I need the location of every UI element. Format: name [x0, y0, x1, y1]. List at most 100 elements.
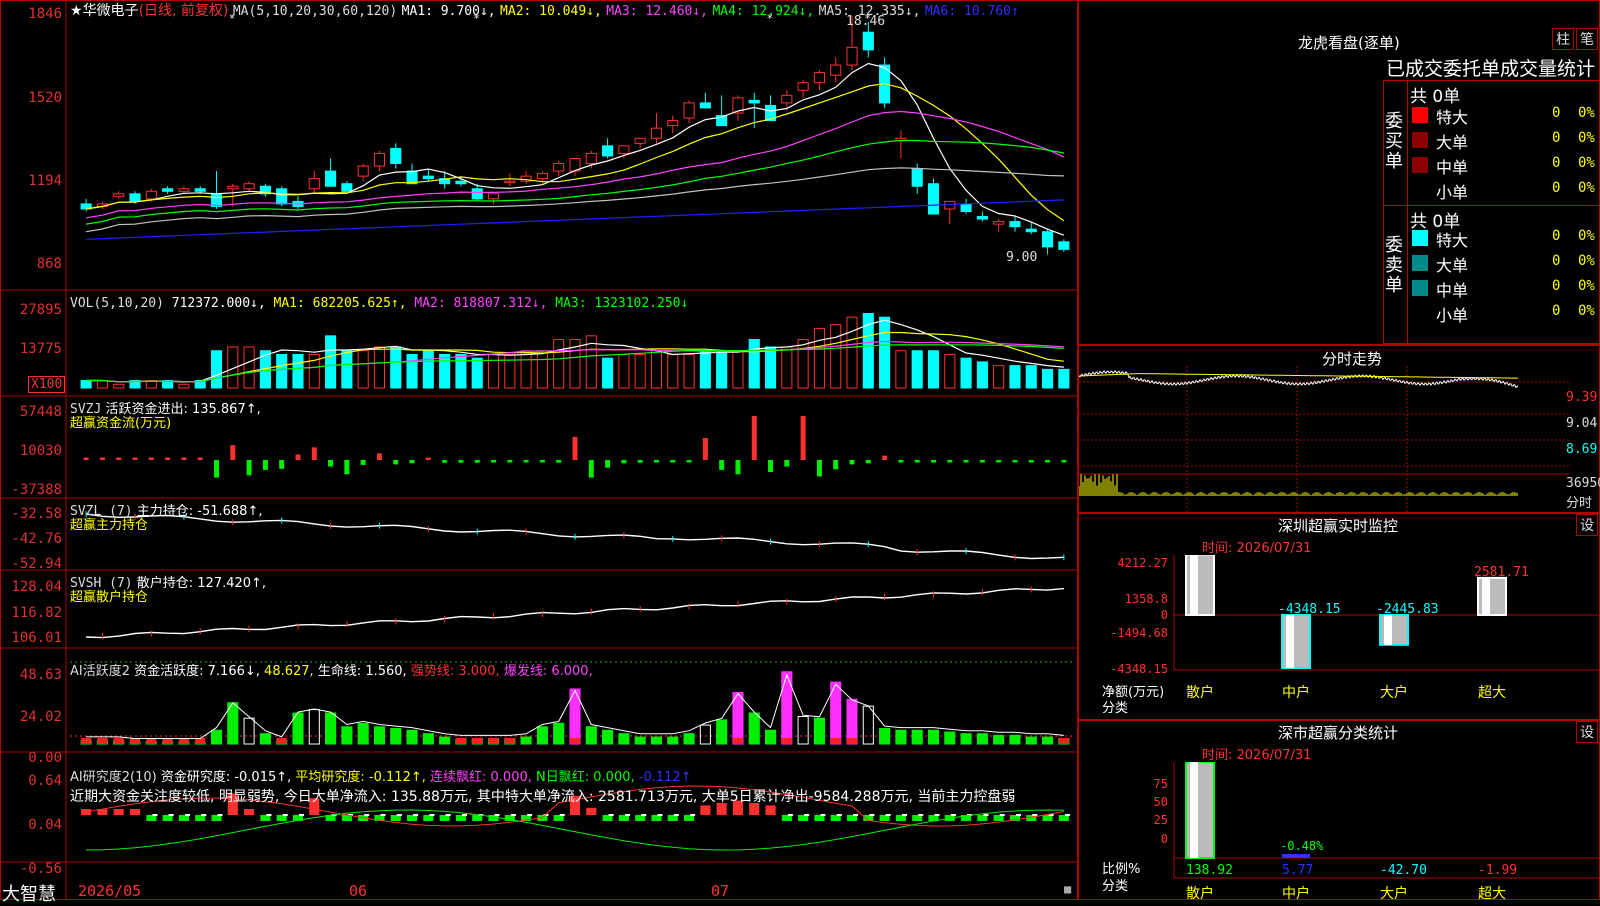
- sell-row[interactable]: 中单 0 0%: [1408, 276, 1600, 300]
- svzj-bar: [376, 453, 382, 460]
- intraday-avg-line: [1079, 373, 1518, 379]
- ai2-dash: [673, 814, 679, 816]
- sz-category-label: 大户: [1380, 684, 1408, 701]
- ai1-base-bar: [276, 738, 287, 744]
- candle-body: [471, 188, 483, 200]
- ai1-base-bar: [97, 738, 108, 744]
- sz-settings-button[interactable]: 设: [1576, 514, 1598, 536]
- volume-bar: [96, 380, 108, 389]
- svzl-tick-2: -42.76: [11, 531, 62, 547]
- bar-mode-button[interactable]: 柱: [1552, 28, 1574, 50]
- svzj-bar: [572, 436, 578, 460]
- volume-bar: [683, 353, 695, 389]
- ai2-dash: [380, 814, 386, 816]
- candle-body: [618, 145, 630, 154]
- svzj-tick-3: -37388: [11, 482, 62, 498]
- candle-body: [357, 165, 369, 177]
- candle-body: [960, 203, 972, 212]
- svsh-tick-2: 116.82: [11, 605, 62, 621]
- brand-logo[interactable]: 大智慧: [2, 880, 56, 906]
- sell-row[interactable]: 小单 0 0%: [1408, 301, 1600, 325]
- svzj-bar: [833, 460, 839, 470]
- candle-body: [129, 193, 141, 202]
- svsh-line: [86, 587, 1064, 639]
- ai2-dash: [657, 814, 663, 816]
- ma1-value: MA1: 9.700↓,: [401, 4, 496, 19]
- candle-body: [341, 183, 353, 192]
- ss-axis-tick: 25: [1154, 813, 1168, 827]
- volume-bar: [716, 350, 728, 389]
- volume-bar: [325, 335, 337, 389]
- ai2-bar: [765, 805, 776, 815]
- ai1-bar: [406, 729, 418, 745]
- sell-type: 特大: [1436, 231, 1469, 250]
- ai1-bar: [553, 722, 565, 745]
- ai2-dash: [527, 814, 533, 816]
- candle-body: [634, 137, 646, 144]
- ai1-bar: [602, 729, 614, 745]
- ai2-dash: [364, 814, 370, 816]
- candle-body: [683, 102, 695, 119]
- sz-axis-tick: -1494.68: [1110, 626, 1168, 640]
- ai1-bar: [390, 728, 402, 745]
- ai1-bar: [764, 729, 777, 745]
- sell-row[interactable]: 大单 0 0%: [1408, 251, 1600, 275]
- ai1-tick-3: 0.00: [28, 750, 62, 766]
- sz-bar-label: 2581.71: [1474, 565, 1529, 580]
- ai1-bar: [422, 733, 434, 745]
- buy-row[interactable]: 特大 0 0%: [1408, 103, 1600, 127]
- ma-label: MA(5,10,20,30,60,120): [232, 4, 398, 19]
- ai1-base-bar: [113, 738, 124, 744]
- svzj-bar: [686, 460, 692, 463]
- ai1-bar: [618, 733, 630, 745]
- candle-body: [178, 188, 190, 192]
- svzj-bar: [556, 460, 562, 463]
- kline-chart[interactable]: * * * *: [0, 0, 1078, 900]
- svzj-bar: [409, 460, 415, 464]
- ai1-base-bar: [472, 738, 483, 744]
- ma1-line: [86, 62, 1065, 236]
- pen-mode-button[interactable]: 笔: [1576, 28, 1598, 50]
- buy-count: 0: [1552, 130, 1561, 146]
- vol-header: VOL(5,10,20) 712372.000↓, MA1: 682205.62…: [70, 296, 688, 311]
- svzj-bar: [735, 460, 741, 475]
- lock-icon[interactable]: ■: [1064, 882, 1071, 896]
- svzj-bar: [702, 438, 708, 460]
- candle-body: [422, 175, 434, 180]
- sz-time: 时间: 2026/07/31: [1202, 541, 1312, 556]
- ss-settings-button[interactable]: 设: [1576, 721, 1598, 743]
- intraday-tick-3: 8.69: [1566, 442, 1598, 457]
- date-tick-3: 07: [711, 882, 730, 900]
- buy-row[interactable]: 小单 0 0%: [1408, 178, 1600, 202]
- volume-bar: [520, 350, 532, 389]
- buy-row[interactable]: 中单 0 0%: [1408, 153, 1600, 177]
- sell-row[interactable]: 特大 0 0%: [1408, 226, 1600, 250]
- candle-body: [210, 193, 223, 207]
- svzj-bar: [474, 460, 480, 463]
- ai2-dash: [853, 814, 859, 816]
- candle-body: [813, 72, 825, 84]
- intraday-chart[interactable]: [1079, 366, 1569, 512]
- svzj-bar: [360, 460, 366, 465]
- ai1-bar: [1025, 736, 1037, 745]
- buy-row[interactable]: 大单 0 0%: [1408, 128, 1600, 152]
- vol-unit-button[interactable]: X100: [28, 376, 66, 393]
- volume-bar: [927, 350, 940, 389]
- svsh-tick-1: 128.04: [11, 579, 62, 595]
- price-tick-2: 1520: [28, 90, 62, 106]
- ai1-bar: [879, 728, 891, 745]
- svzj-subtitle: 超赢资金流(万元): [70, 416, 172, 431]
- svzj-bar: [507, 460, 513, 463]
- ss-axis-tick: 50: [1154, 795, 1168, 809]
- candle-body: [976, 216, 988, 220]
- ai2-dash: [820, 814, 826, 816]
- ai1-bar: [927, 729, 940, 745]
- lhb-tab-strip[interactable]: 已成交委托单成交量统计: [1386, 54, 1600, 81]
- star-icon[interactable]: ★: [70, 3, 83, 19]
- svzj-bar: [246, 460, 252, 476]
- volume-bar: [439, 353, 451, 389]
- buy-swatch: [1412, 132, 1428, 148]
- sell-type: 小单: [1436, 306, 1469, 325]
- volume-bar: [487, 353, 500, 389]
- period-mode[interactable]: (日线, 前复权): [139, 3, 229, 19]
